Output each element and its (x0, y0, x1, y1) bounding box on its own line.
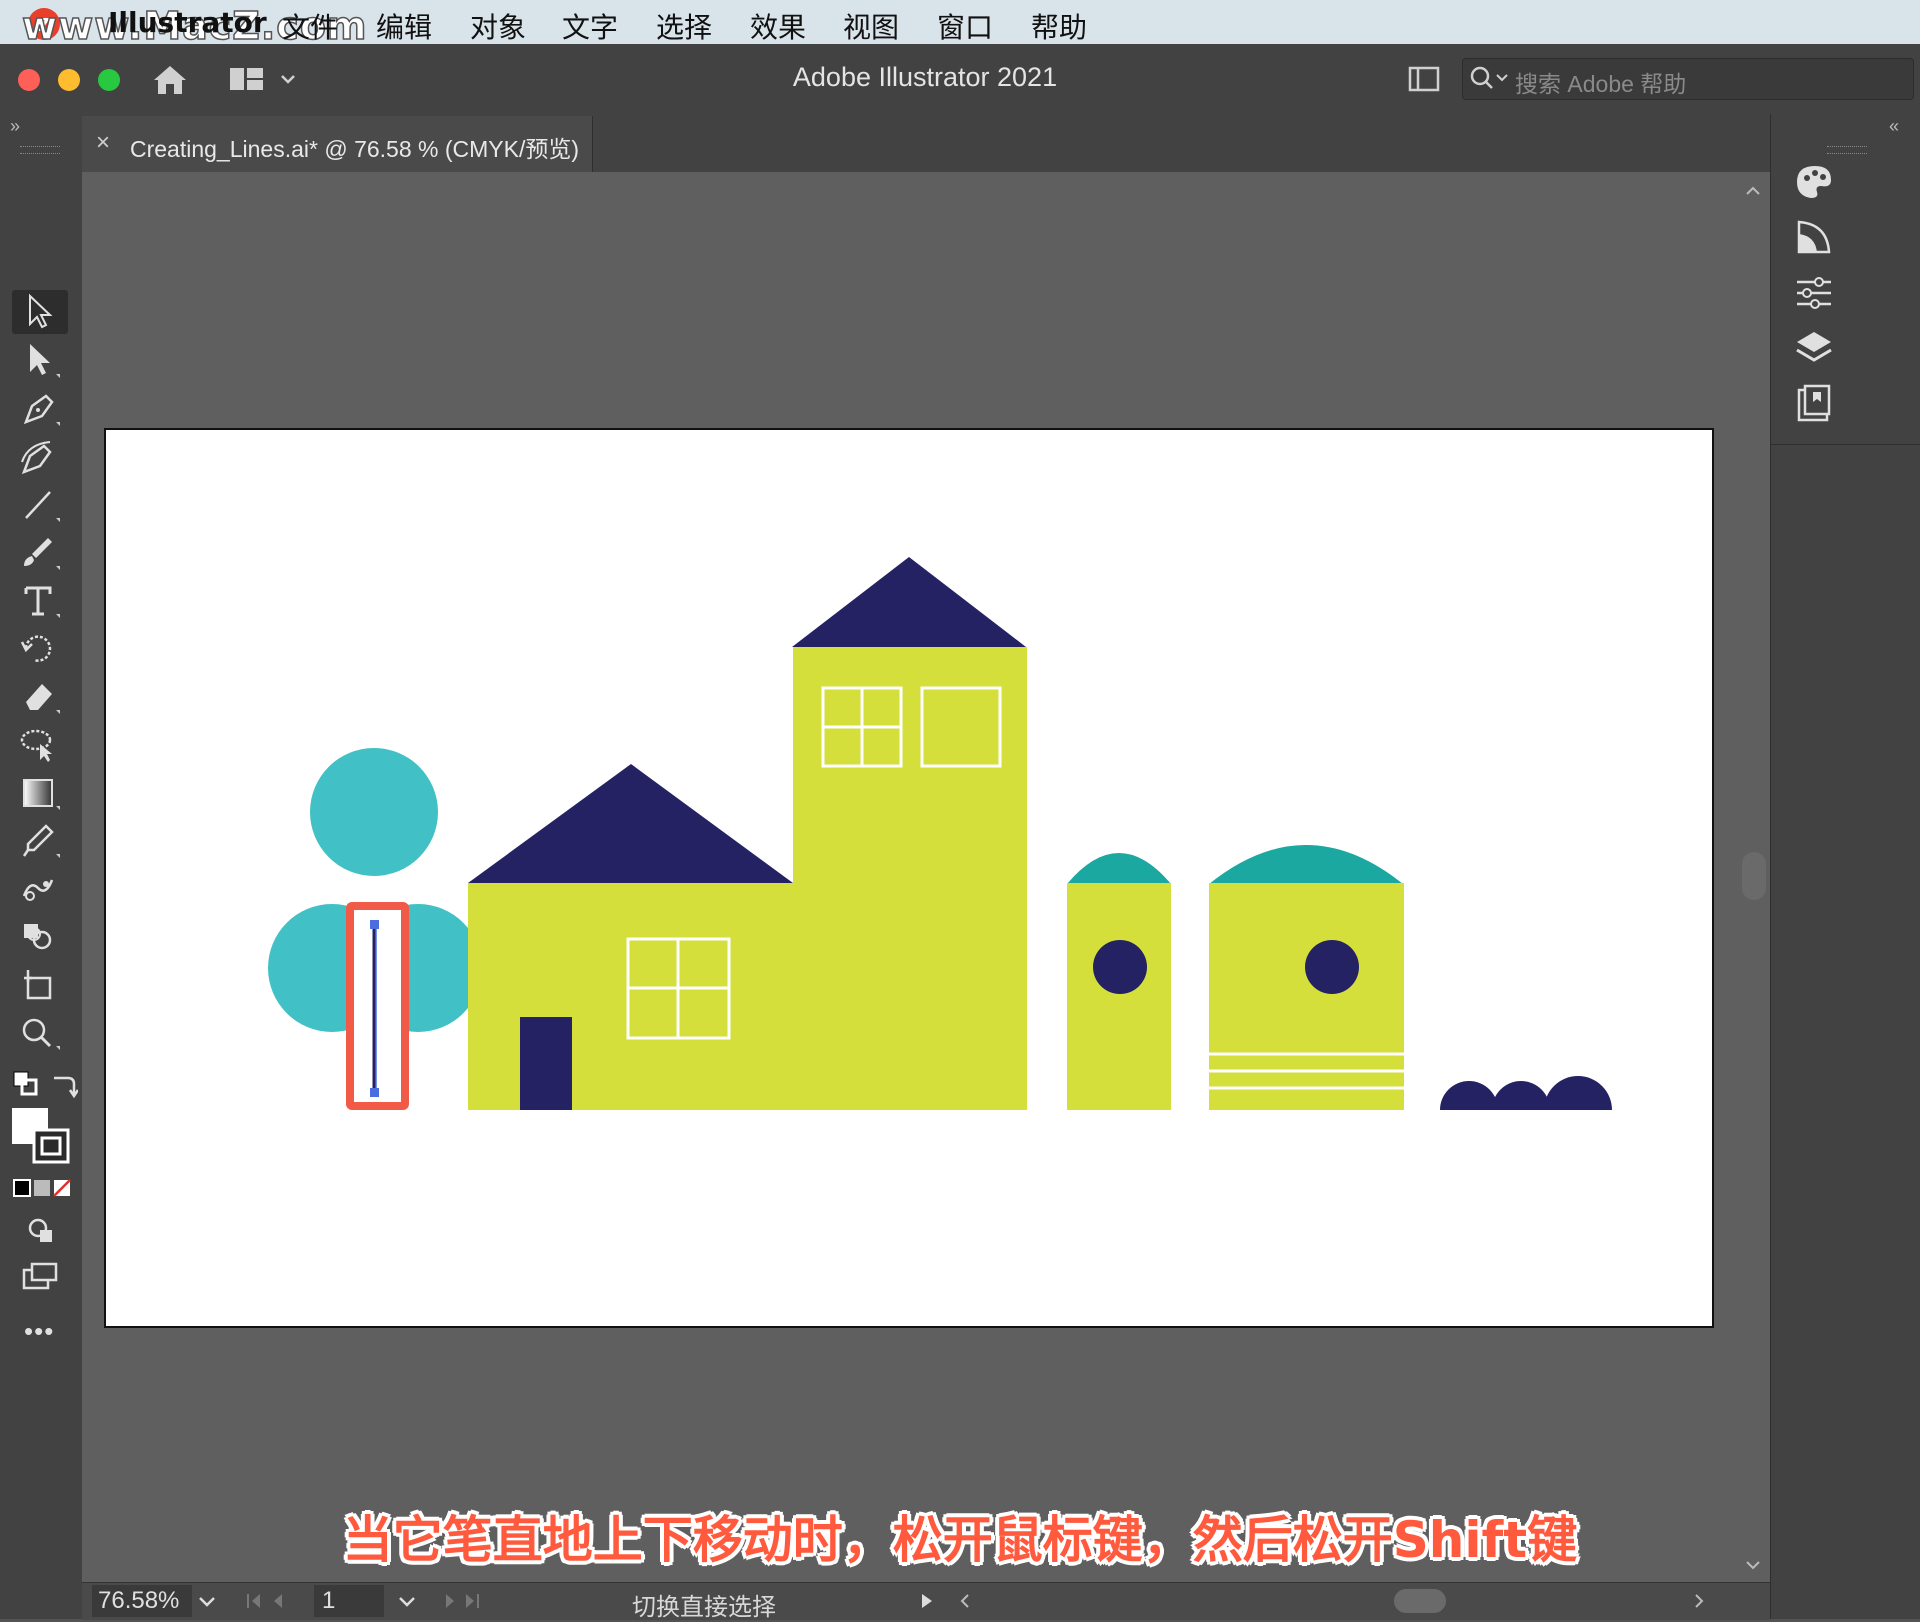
puppet-warp-tool-icon[interactable] (12, 866, 68, 910)
document-tab-bar: × Creating_Lines.ai* @ 76.58 % (CMYK/预览) (82, 114, 1770, 172)
layers-icon[interactable] (1791, 326, 1837, 372)
panel-divider (1771, 444, 1920, 445)
small-tower[interactable] (1067, 853, 1171, 1110)
tutorial-caption: 当它笔直地上下移动时，松开鼠标键，然后松开Shift键 (342, 1511, 1578, 1569)
selection-tool-icon[interactable] (12, 290, 68, 334)
document-tab-label: Creating_Lines.ai* @ 76.58 % (CMYK/预览) (130, 136, 580, 162)
zoom-tool-icon[interactable] (12, 1010, 68, 1054)
close-tab-icon[interactable]: × (96, 129, 110, 157)
domed-building[interactable] (1209, 845, 1404, 1110)
panel-toggle-icon[interactable] (1408, 64, 1442, 94)
first-artboard-icon[interactable] (244, 1591, 304, 1613)
menu-select[interactable]: 选择 (656, 6, 712, 46)
shape-builder-tool-icon[interactable] (12, 914, 68, 958)
status-bar: 76.58% 1 切换直接选择 (82, 1582, 1770, 1621)
color-guide-icon[interactable] (1791, 214, 1837, 260)
eraser-tool-icon[interactable] (12, 674, 68, 718)
edit-toolbar-icon[interactable]: ••• (24, 1316, 54, 1347)
help-search-input[interactable]: 搜索 Adobe 帮助 (1462, 58, 1914, 100)
menu-type[interactable]: 文字 (562, 6, 618, 46)
menu-effect[interactable]: 效果 (750, 6, 806, 46)
gradient-tool-icon[interactable] (12, 770, 68, 814)
menu-object[interactable]: 对象 (470, 6, 526, 46)
next-artboard-icon[interactable] (442, 1591, 502, 1613)
artwork[interactable] (82, 172, 1732, 1582)
toolbar-grip[interactable] (20, 146, 60, 154)
zoom-level-field[interactable]: 76.58% (92, 1585, 192, 1617)
artboard-number-field[interactable]: 1 (314, 1585, 384, 1617)
panel-grip[interactable] (1827, 146, 1867, 154)
color-mode-buttons[interactable] (12, 1178, 72, 1205)
rotate-tool-icon[interactable] (12, 626, 68, 670)
collapse-panel-icon[interactable]: « (1889, 116, 1899, 137)
search-placeholder: 搜索 Adobe 帮助 (1515, 71, 1687, 97)
search-icon (1470, 66, 1508, 89)
direct-selection-tool-icon[interactable] (12, 338, 68, 382)
canvas-area[interactable] (82, 172, 1770, 1582)
anchor-point-bottom (370, 1088, 379, 1097)
menu-window[interactable]: 窗口 (937, 6, 993, 46)
zoom-level-value: 76.58% (98, 1587, 180, 1614)
type-tool-icon[interactable] (12, 578, 68, 622)
artboard-number: 1 (322, 1587, 336, 1614)
menu-bar: z www.MacZ.com Illustrator 文件 编辑 对象 文字 选… (0, 0, 1920, 49)
properties-icon[interactable] (1791, 270, 1837, 316)
fill-stroke-swatches[interactable] (10, 1106, 72, 1169)
swap-fill-stroke-icon[interactable] (48, 1070, 80, 1105)
status-tool-hint: 切换直接选择 (632, 1594, 776, 1621)
horizontal-scrollbar[interactable] (952, 1585, 1770, 1617)
drawing-modes-icon[interactable] (24, 1214, 58, 1253)
artboard-dropdown-icon[interactable] (396, 1589, 418, 1613)
status-menu-arrow-icon[interactable] (918, 1591, 938, 1613)
vertical-scrollbar[interactable] (1737, 172, 1770, 1582)
lasso-tool-icon[interactable] (12, 722, 68, 766)
libraries-icon[interactable] (1791, 382, 1837, 428)
zoom-dropdown-icon[interactable] (196, 1589, 218, 1613)
right-panel-dock: « (1770, 114, 1920, 1619)
menu-help[interactable]: 帮助 (1031, 6, 1087, 46)
menu-app-name[interactable]: Illustrator (108, 6, 267, 39)
screen-mode-icon[interactable] (20, 1260, 60, 1299)
curvature-tool-icon[interactable] (12, 434, 68, 478)
menu-view[interactable]: 视图 (843, 6, 899, 46)
color-palette-icon[interactable] (1791, 158, 1837, 204)
default-fill-stroke-icon[interactable] (12, 1070, 42, 1105)
paintbrush-tool-icon[interactable] (12, 530, 68, 574)
collapse-toolbar-icon[interactable]: » (10, 116, 20, 137)
title-bar: Adobe Illustrator 2021 搜索 Adobe 帮助 (0, 44, 1920, 115)
menu-file[interactable]: 文件 (282, 6, 338, 46)
pen-tool-icon[interactable] (12, 386, 68, 430)
selected-line[interactable] (346, 902, 409, 1110)
highlight-box (346, 902, 409, 1110)
menu-edit[interactable]: 编辑 (376, 6, 432, 46)
artboard-tool-icon[interactable] (12, 962, 68, 1006)
anchor-point-top (370, 920, 379, 929)
line-segment-tool-icon[interactable] (12, 482, 68, 526)
toolbar-panel: » ••• (0, 114, 83, 1619)
eyedropper-tool-icon[interactable] (12, 818, 68, 862)
document-tab[interactable]: × Creating_Lines.ai* @ 76.58 % (CMYK/预览) (82, 116, 593, 172)
